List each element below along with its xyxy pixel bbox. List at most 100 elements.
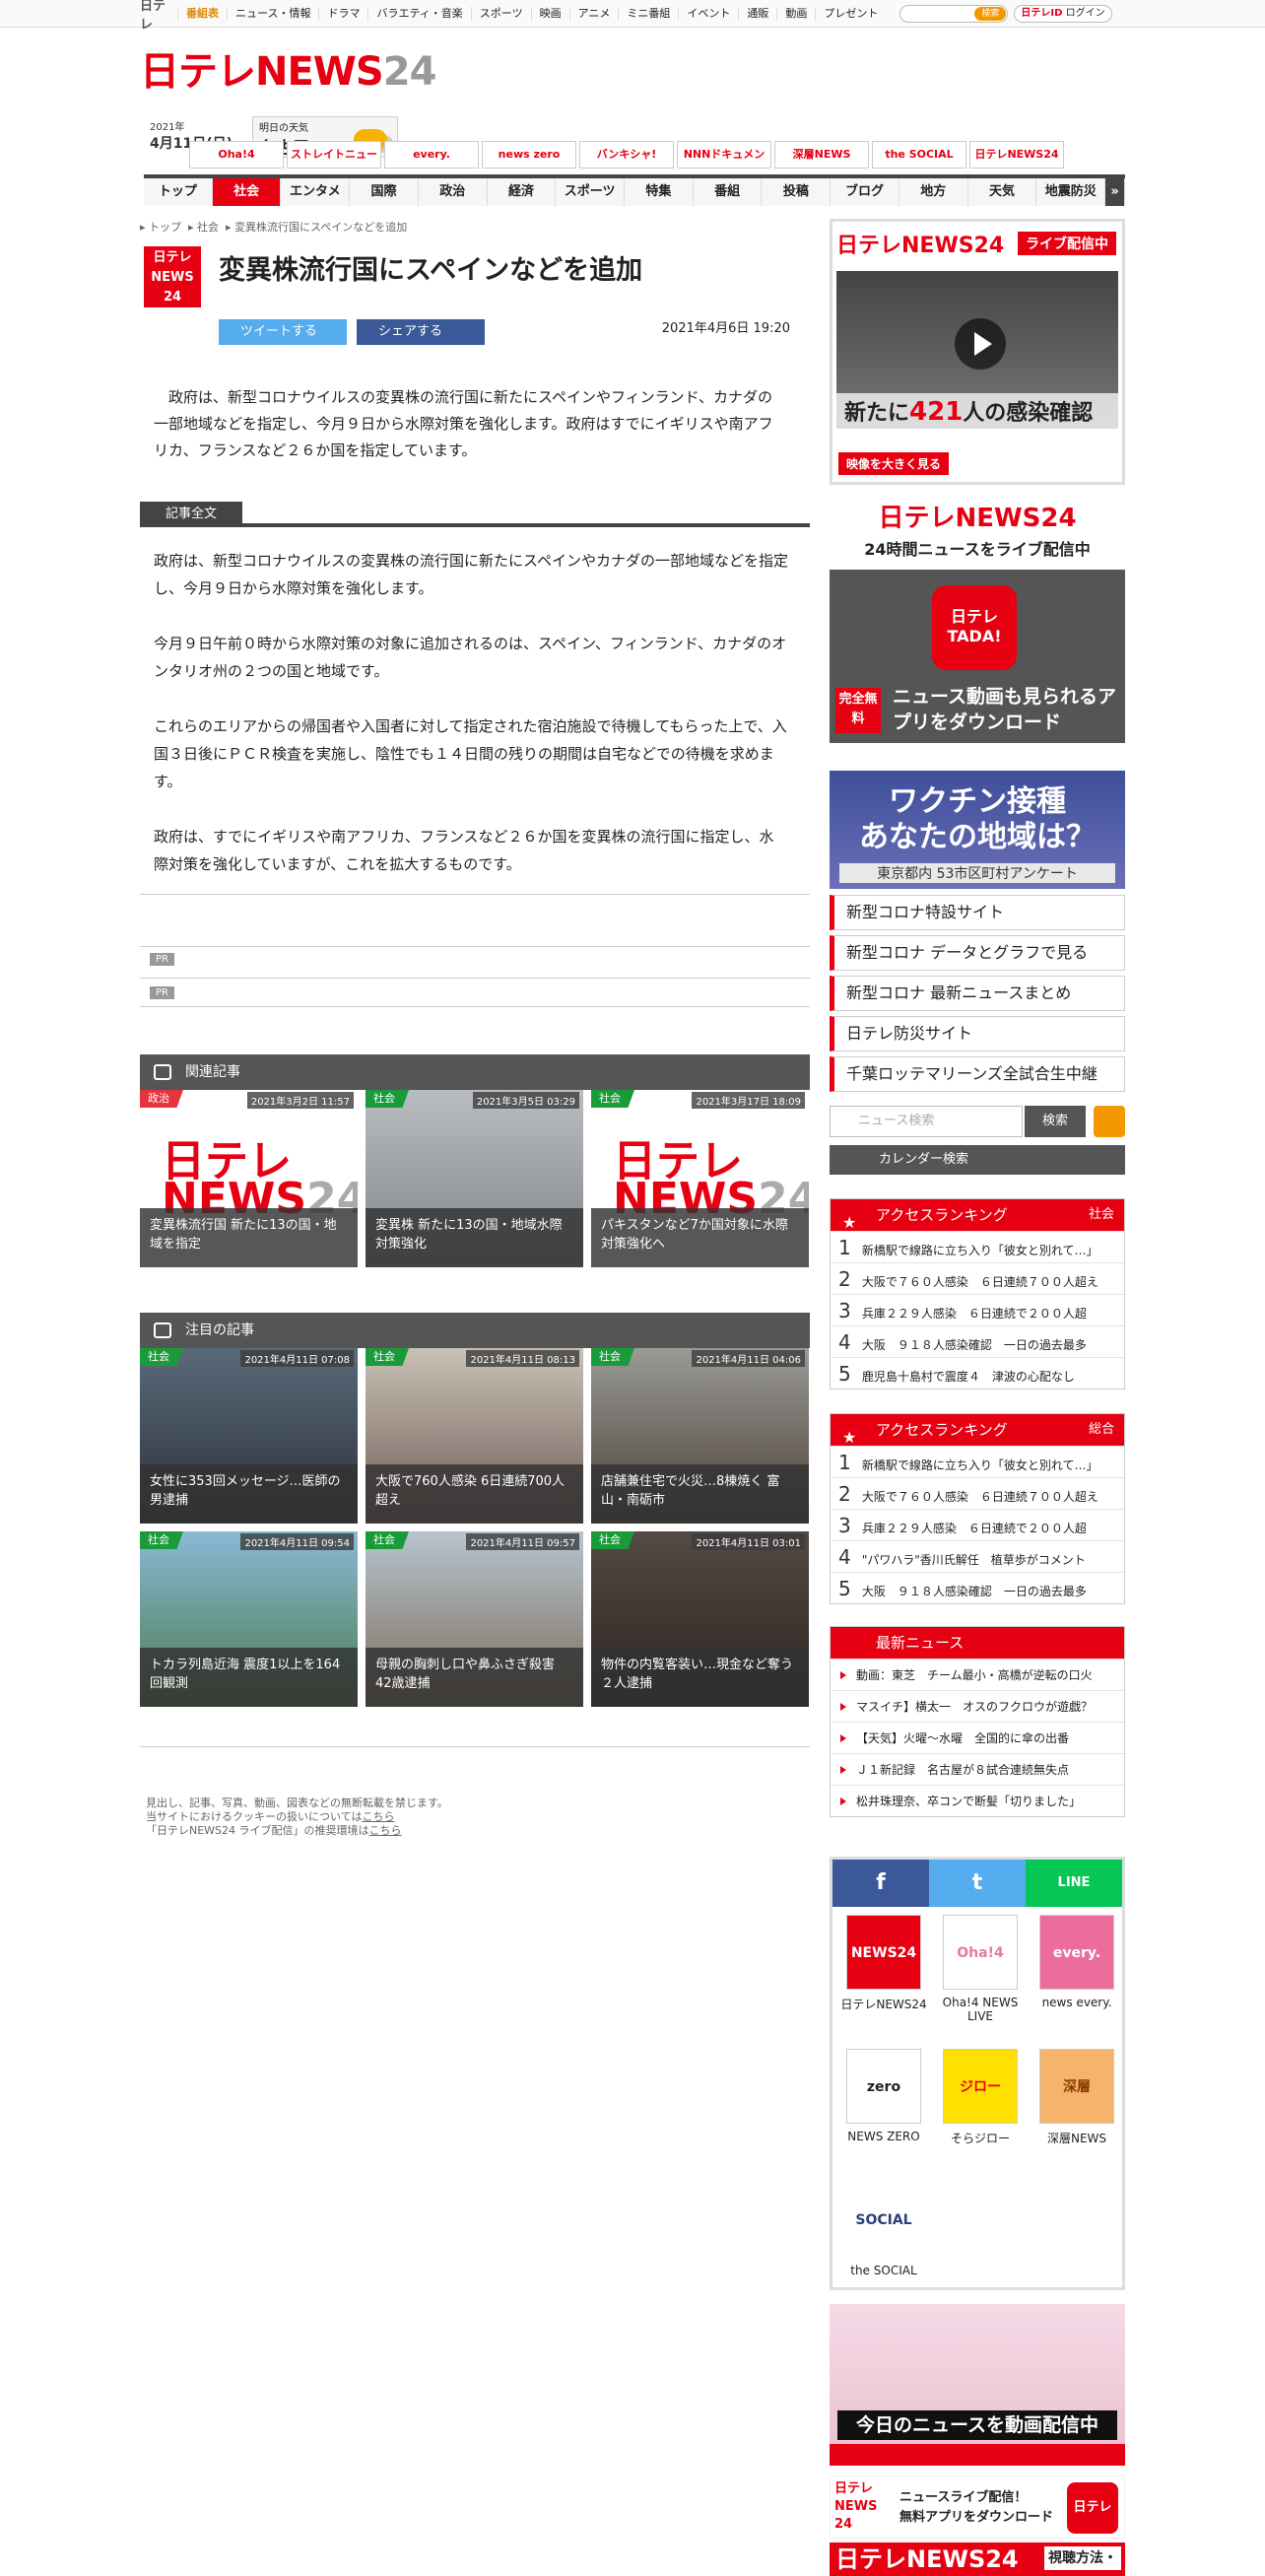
special-link[interactable]: 新型コロナ データとグラフで見る [830,935,1125,971]
latest-news-item[interactable]: Ｊ１新記録 名古屋が８試合連続無失点 [831,1753,1124,1785]
ranking-item[interactable]: 1 新橋駅で線路に立ち入り「彼女と別れて…」 [831,1231,1124,1262]
top-nav-item[interactable]: 動画 [776,7,815,21]
top-nav-item[interactable]: ミニ番組 [618,7,678,21]
ranking-item[interactable]: 3 兵庫２２９人感染 ６日連続で２００人超 [831,1294,1124,1325]
news-search-input[interactable]: ニュース検索 [830,1106,1023,1137]
video-banner[interactable]: 今日のニュースを動画配信中 [830,2304,1125,2466]
special-link[interactable]: 千葉ロッテマリーンズ全試合生中継 [830,1056,1125,1092]
news-search-button[interactable]: 検索 [1025,1106,1086,1137]
featured-card[interactable]: 社会 2021年4月11日 09:57 母親の胸刺し口や鼻ふさぎ殺害 42歳逮捕 [366,1531,583,1707]
card-title: 変異株流行国 新たに13の国・地域を指定 [140,1208,358,1267]
related-card[interactable]: 日テレ NEWS24 社会 2021年3月17日 18:09 パキスタンなど7か国… [591,1090,809,1267]
app-promo[interactable]: 日テレNEWS24 24時間ニュースをライブ配信中 日テレ TADA! 完全無料… [830,505,1125,749]
live-video[interactable]: 新たに421人の感染確認 [836,271,1118,429]
facebook-icon[interactable]: f [832,1860,929,1907]
top-search-input[interactable]: 検索 [899,5,1009,23]
top-nav-item[interactable]: 映画 [530,7,569,21]
top-search-button[interactable]: 検索 [974,7,1007,21]
top-nav-item[interactable]: 通販 [738,7,776,21]
latest-news-item[interactable]: マスイチ】横太一 オスのフクロウが遊戯？ [831,1690,1124,1722]
featured-card[interactable]: 社会 2021年4月11日 04:06 店舗兼住宅で火災…8棟焼く 富山・南砺市 [591,1348,809,1524]
special-link[interactable]: 新型コロナ特設サイト [830,895,1125,930]
rss-icon[interactable] [1094,1106,1125,1137]
related-card[interactable]: 日テレ NEWS24 政治 2021年3月2日 11:57 変異株流行国 新たに1… [140,1090,358,1267]
ranking-item[interactable]: 3 兵庫２２９人感染 ６日連続で２００人超 [831,1509,1124,1540]
nav-tab[interactable]: 番組 [694,178,763,206]
vaccine-banner[interactable]: ワクチン接種 あなたの地域は？ 東京都内 53市区町村アンケート [830,771,1125,889]
ranking-item[interactable]: 1 新橋駅で線路に立ち入り「彼女と別れて…」 [831,1446,1124,1477]
live-brand: 日テレNEWS24 [836,234,1005,258]
env-link[interactable]: こちら [369,1824,402,1837]
account-item[interactable]: 深層 深層NEWS [1030,2049,1124,2163]
nav-tab[interactable]: スポーツ [556,178,626,206]
nav-more-chevron-icon[interactable]: » [1105,178,1126,206]
calendar-search-button[interactable]: カレンダー検索 [830,1145,1125,1175]
featured-card[interactable]: 社会 2021年4月11日 09:54 トカラ列島近海 震度1以上を164回観測 [140,1531,358,1707]
account-item[interactable]: SOCIAL the SOCIAL [836,2183,931,2297]
pr-slot[interactable]: PR [140,946,810,978]
nav-tab[interactable]: エンタメ [281,178,351,206]
latest-news: 最新ニュース 動画：東芝 チーム最小・高橋が逆転の口火 マスイチ】横太一 オスの… [830,1626,1125,1817]
nav-tab[interactable]: 政治 [419,178,488,206]
nav-tab[interactable]: 投稿 [762,178,832,206]
special-link[interactable]: 日テレ防災サイト [830,1016,1125,1051]
nav-tab[interactable]: 特集 [625,178,694,206]
top-nav-item[interactable]: イベント [678,7,738,21]
nav-tab[interactable]: 国際 [350,178,419,206]
how-to-watch: 視聴方法・ [1044,2546,1121,2570]
top-nav-item[interactable]: プレゼント [815,7,886,21]
card-title: トカラ列島近海 震度1以上を164回観測 [140,1648,358,1707]
app-download-banner[interactable]: 日テレ NEWS 24 ニュースライブ配信！ 無料アプリをダウンロード 日テレ [830,2475,1125,2539]
tweet-button[interactable]: ツイートする [219,319,347,345]
account-item[interactable]: every. news every. [1030,1915,1124,2029]
pr-slot[interactable]: PR [140,978,810,1007]
nav-tab[interactable]: 地方 [899,178,968,206]
play-icon[interactable] [955,318,1006,370]
featured-card[interactable]: 社会 2021年4月11日 08:13 大阪で760人感染 6日連続700人超え [366,1348,583,1524]
account-item[interactable]: ジロー そらジロー [933,2049,1028,2163]
featured-card[interactable]: 社会 2021年4月11日 07:08 女性に353回メッセージ…医師の男逮捕 [140,1348,358,1524]
carousel-controls[interactable] [830,2444,1125,2466]
weather-widget[interactable]: 明日の天気 名古屋 [252,116,398,159]
breadcrumb-current: 変異株流行国にスペインなどを追加 [234,221,408,234]
ranking-item[interactable]: 2 大阪で７６０人感染 ６日連続７００人超え [831,1477,1124,1509]
nav-tab[interactable]: ブログ [831,178,899,206]
site-logo[interactable]: 日テレNEWS24 [140,39,436,97]
account-item[interactable]: Oha!4 Oha!4 NEWS LIVE [933,1915,1028,2029]
account-item[interactable]: NEWS24 日テレNEWS24 [836,1915,931,2029]
ranking-item[interactable]: 5 鹿児島十島村で震度４ 津波の心配なし [831,1357,1124,1389]
nav-tab[interactable]: 地震防災 [1036,178,1106,206]
ranking-item[interactable]: 2 大阪で７６０人感染 ６日連続７００人超え [831,1262,1124,1294]
enlarge-video-button[interactable]: 映像を大きく見る [838,452,950,475]
login-button[interactable]: 日テレID ログイン [1014,5,1112,23]
special-link[interactable]: 新型コロナ 最新ニュースまとめ [830,976,1125,1011]
nav-tab-active[interactable]: 社会 [212,178,282,206]
top-nav-item[interactable]: ニュース・情報 [227,7,318,21]
nav-tab[interactable]: トップ [144,178,213,206]
latest-news-item[interactable]: 動画：東芝 チーム最小・高橋が逆転の口火 [831,1659,1124,1690]
top-nav-item[interactable]: バラエティ・音楽 [367,7,470,21]
article-paragraph: これらのエリアからの帰国者や入国者に対して指定された宿泊施設で待機してもらった上… [154,717,787,790]
ranking-item[interactable]: 4 大阪 ９１８人感染確認 一日の過去最多 [831,1325,1124,1357]
latest-news-item[interactable]: 松井珠理奈、卒コンで断髪「切りました」 [831,1785,1124,1816]
breadcrumb-item[interactable]: トップ [149,221,181,234]
tada-app-icon: 日テレ [1067,2482,1118,2534]
ranking-item[interactable]: 4 "パワハラ"香川氏解任 植草歩がコメント [831,1540,1124,1572]
top-nav-item[interactable]: アニメ [568,7,619,21]
twitter-icon[interactable]: t [929,1860,1026,1907]
latest-news-item[interactable]: 【天気】火曜～水曜 全国的に傘の出番 [831,1722,1124,1753]
nav-tab[interactable]: 天気 [968,178,1037,206]
top-nav-item[interactable]: スポーツ [470,7,531,21]
featured-card[interactable]: 社会 2021年4月11日 03:01 物件の内覧客装い…現金など奪う２人逮捕 [591,1531,809,1707]
news24-watch-banner[interactable]: 日テレNEWS24 視聴方法・ [830,2542,1125,2576]
nav-tab[interactable]: 経済 [488,178,557,206]
share-button[interactable]: シェアする [357,319,485,345]
line-icon[interactable]: LINE [1026,1860,1122,1907]
top-nav-item[interactable]: 番組表 [177,7,227,21]
ranking-item[interactable]: 5 大阪 ９１８人感染確認 一日の過去最多 [831,1572,1124,1603]
top-nav-item[interactable]: ドラマ [318,7,367,21]
cookie-link[interactable]: こちら [362,1810,394,1823]
related-card[interactable]: 社会 2021年3月5日 03:29 変異株 新たに13の国・地域水際対策強化 [366,1090,583,1267]
account-item[interactable]: zero NEWS ZERO [836,2049,931,2163]
breadcrumb-item[interactable]: 社会 [197,221,219,234]
